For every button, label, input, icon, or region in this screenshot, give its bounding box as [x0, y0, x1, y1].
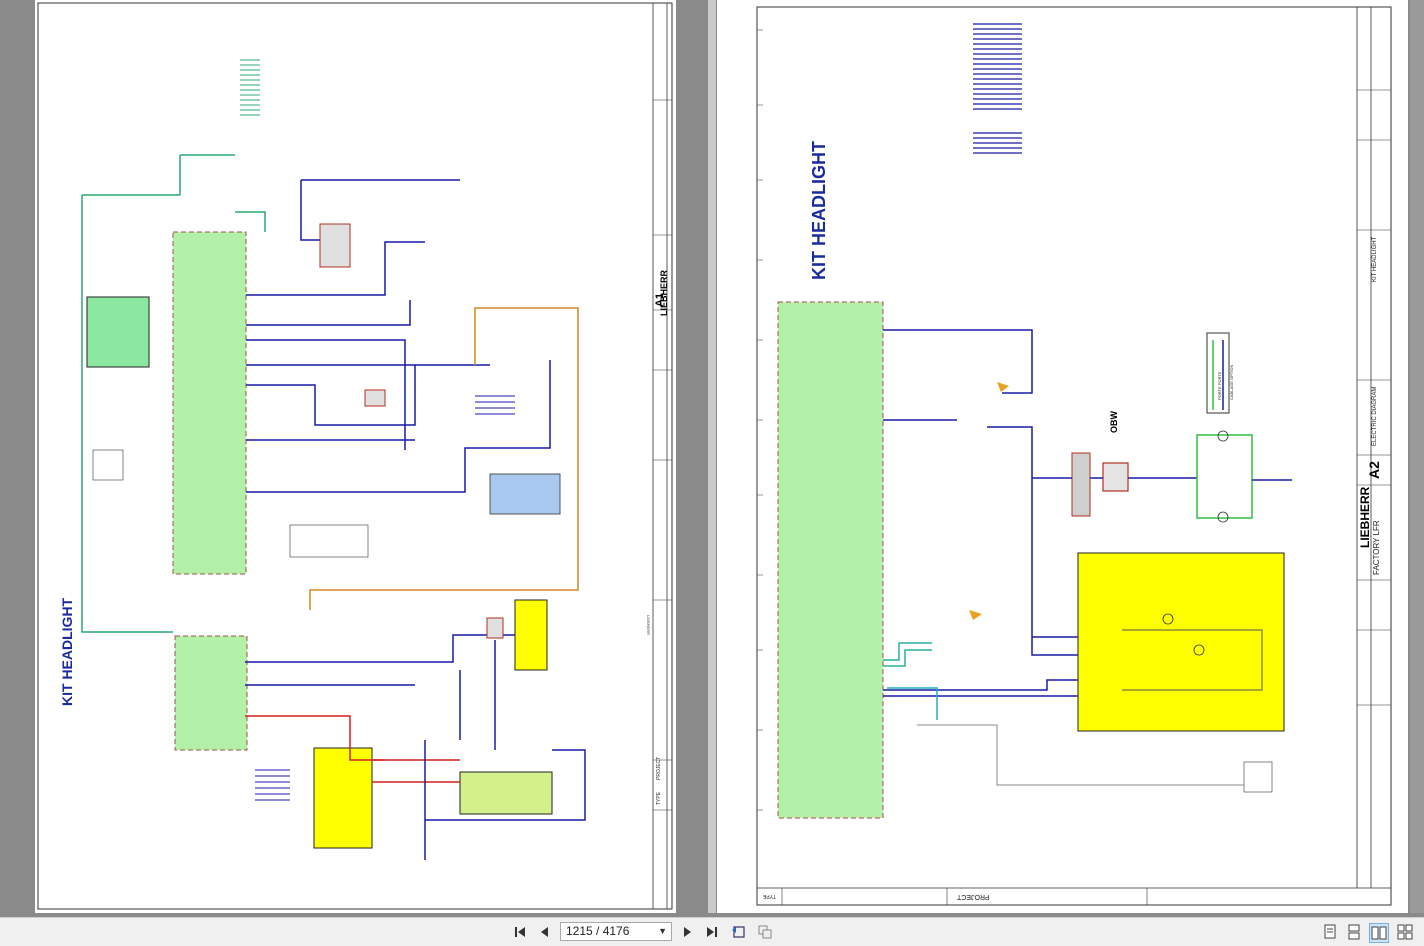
- next-page-icon: [684, 927, 691, 937]
- two-page-view-button[interactable]: [1369, 923, 1389, 943]
- prev-page-button[interactable]: [536, 923, 554, 941]
- next-page-button[interactable]: [678, 923, 696, 941]
- last-page-icon: [707, 927, 717, 937]
- sheet-1-project-label: PROJECT: [656, 756, 662, 780]
- legend-item-1: PORTE PORTE: [1217, 371, 1222, 400]
- sheet-1-brand: LIEBHERR: [659, 269, 669, 316]
- sheet-2-number: A2: [1366, 461, 1382, 479]
- rotate-button[interactable]: [730, 923, 748, 941]
- rotate-icon: [732, 926, 745, 938]
- schematic-sheet-2: [756, 6, 1392, 906]
- sheet-2-factory: FACTORY LFR: [1372, 520, 1381, 575]
- copy-button[interactable]: [756, 923, 774, 941]
- obw-component-label: OBW: [1109, 411, 1119, 433]
- sheet-2-designation: ELECTRIC DIAGRAM: [1372, 386, 1378, 446]
- page-gutter-divider: [708, 0, 716, 913]
- schematic-sheet-1: LIEBHERR: [37, 2, 673, 910]
- sheet-2-type-label: TYPE: [763, 893, 777, 899]
- two-page-continuous-icon: [1397, 924, 1413, 940]
- copy-icon: [758, 925, 772, 939]
- document-page-2: KIT HEADLIGHT A2 LIEBHERR FACTORY LFR EL…: [717, 0, 1408, 913]
- single-page-icon: [1324, 924, 1336, 939]
- vertical-scrollbar[interactable]: [1410, 0, 1424, 913]
- legend-item-0: CABLAGE OPTION: [1229, 364, 1234, 400]
- sheet-1-type-label: TYPE: [656, 791, 662, 805]
- continuous-icon: [1348, 924, 1360, 940]
- two-page-icon: [1371, 926, 1387, 940]
- document-viewport[interactable]: LIEBHERR KIT HEADLIGHT A1 LIEBHERR PROJE…: [0, 0, 1424, 917]
- page-number-text: 1215 / 4176: [566, 924, 630, 938]
- prev-page-icon: [541, 927, 548, 937]
- continuous-view-button[interactable]: [1345, 923, 1363, 941]
- document-page-1: LIEBHERR KIT HEADLIGHT A1 LIEBHERR PROJE…: [35, 0, 676, 913]
- sheet-2-description: KIT HEADLIGHT: [1372, 236, 1378, 282]
- svg-text:LIEBHERR: LIEBHERR: [646, 615, 651, 635]
- last-page-button[interactable]: [703, 923, 721, 941]
- two-page-continuous-view-button[interactable]: [1396, 923, 1414, 941]
- chevron-down-icon[interactable]: ▼: [658, 923, 667, 940]
- page-number-field[interactable]: 1215 / 4176 ▼: [560, 922, 672, 941]
- sheet-2-project-label: PROJECT: [957, 893, 990, 900]
- viewer-toolbar: 1215 / 4176 ▼: [0, 917, 1424, 946]
- single-page-view-button[interactable]: [1321, 923, 1339, 941]
- first-page-icon: [515, 927, 525, 937]
- first-page-button[interactable]: [511, 923, 529, 941]
- sheet-2-brand: LIEBHERR: [1358, 486, 1372, 548]
- sheet-2-title: KIT HEADLIGHT: [809, 141, 829, 280]
- sheet-1-title: KIT HEADLIGHT: [59, 597, 75, 706]
